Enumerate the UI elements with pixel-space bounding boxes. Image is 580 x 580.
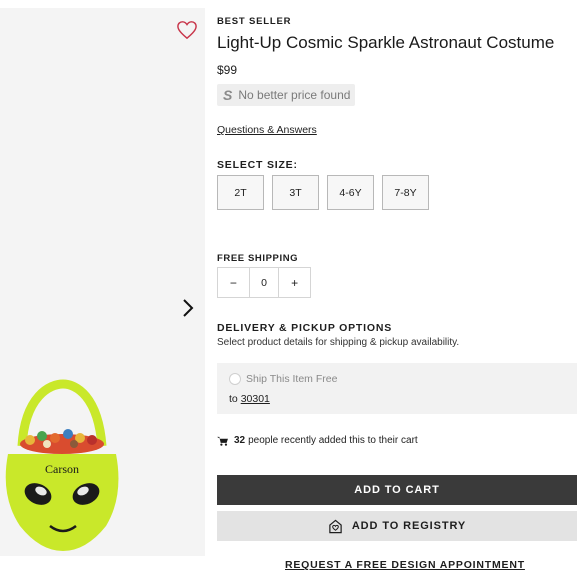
delivery-options-subtitle: Select product details for shipping & pi… [217,337,460,348]
quantity-decrease-button[interactable]: − [218,268,249,297]
design-appointment-link[interactable]: REQUEST A FREE DESIGN APPOINTMENT [285,559,525,571]
questions-answers-link[interactable]: Questions & Answers [217,124,317,136]
price-match-text: No better price found [238,88,351,102]
add-to-cart-button[interactable]: ADD TO CART [217,475,577,505]
favorite-button[interactable] [176,20,200,42]
quantity-stepper: − 0 + [217,267,311,298]
ship-to-line: to 30301 [229,393,270,405]
zip-code-link[interactable]: 30301 [241,393,270,405]
product-image: Carson [5,379,119,551]
cart-icon [217,436,228,446]
price-match-badge: S No better price found [217,84,355,106]
product-price: $99 [217,63,238,77]
heart-icon [177,21,197,40]
chevron-right-icon [183,299,194,317]
free-shipping-label: FREE SHIPPING [217,253,299,264]
cart-count: 32 [234,435,246,446]
product-gallery: Carson [0,8,205,556]
cart-note-text: people recently added this to their cart [248,435,418,446]
size-option-2t[interactable]: 2T [217,175,264,210]
size-option-7-8y[interactable]: 7-8Y [382,175,429,210]
ship-option-radio[interactable] [229,373,241,385]
size-option-3t[interactable]: 3T [272,175,319,210]
product-title: Light-Up Cosmic Sparkle Astronaut Costum… [217,33,555,52]
size-option-4-6y[interactable]: 4-6Y [327,175,374,210]
quantity-increase-button[interactable]: + [279,268,310,297]
registry-icon [328,519,343,534]
add-to-registry-label: ADD TO REGISTRY [351,520,467,532]
product-personalization: Carson [45,462,79,476]
size-label: SELECT SIZE: [217,159,298,171]
best-seller-badge: BEST SELLER [217,16,292,27]
ship-to-prefix: to [229,393,238,405]
delivery-options-label: DELIVERY & PICKUP OPTIONS [217,322,393,334]
ship-option-label: Ship This Item Free [246,373,338,385]
size-options: 2T 3T 4-6Y 7-8Y [217,175,429,210]
price-match-icon: S [223,87,233,103]
ship-option-box: Ship This Item Free to 30301 [217,363,577,414]
cart-social-proof: 32 people recently added this to their c… [217,435,418,446]
add-to-registry-button[interactable]: ADD TO REGISTRY [217,511,577,541]
quantity-value[interactable]: 0 [248,268,280,297]
next-image-button[interactable] [176,293,200,323]
